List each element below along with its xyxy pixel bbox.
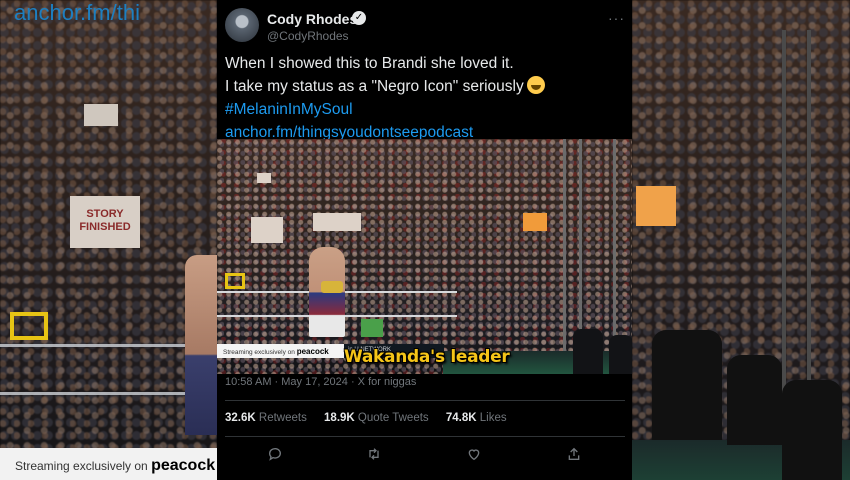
crowd-sign [251,217,283,243]
background-sign: STORY FINISHED [70,196,140,248]
more-options-icon[interactable]: ··· [608,10,625,26]
tweet-stats: 32.6K Retweets 18.9K Quote Tweets 74.8K … [225,412,521,424]
arena-truss [563,139,566,374]
display-name[interactable]: Cody Rhodes [267,11,357,27]
championship-belt [321,281,343,293]
tweet-header: Cody Rhodes ✓ @CodyRhodes ··· [225,8,625,44]
share-icon[interactable] [566,446,586,466]
tweet-actions [261,446,591,466]
tweet-text-line: I take my status as a "Negro Icon" serio… [225,78,524,95]
tweet-text-line-with-emoji: I take my status as a "Negro Icon" serio… [225,75,625,98]
likes-count: 74.8K [445,412,477,424]
tweet-media-image[interactable]: Streaming exclusively on peacock in U NE… [217,139,632,374]
grinning-face-emoji-icon [526,76,545,94]
background-right-panel [632,0,850,480]
user-handle[interactable]: @CodyRhodes [267,29,349,43]
divider [225,400,625,401]
tweet-text: When I showed this to Brandi she loved i… [225,52,625,144]
media-caption: Wakanda's leader [344,347,510,367]
retweets-count: 32.6K [225,412,256,424]
streaming-banner: Streaming exclusively on peacock [217,344,344,358]
background-sign-card [84,104,118,126]
background-link-text: anchor.fm/thi [14,0,140,25]
streaming-prefix: Streaming exclusively on [223,349,295,356]
suited-person [609,335,632,374]
likes-stat[interactable]: 74.8K Likes [446,412,507,424]
quote-tweets-stat[interactable]: 18.9K Quote Tweets [324,412,429,424]
retweets-label: Retweets [258,412,307,424]
background-truss [807,30,811,440]
crowd-sign [257,173,271,183]
reply-icon[interactable] [267,446,287,466]
quote-tweets-count: 18.9K [324,412,355,424]
background-streaming-brand: peacock [151,457,216,474]
background-turnbuckle [10,312,48,340]
verified-badge-icon: ✓ [352,11,366,25]
tweet-text-line: When I showed this to Brandi she loved i… [225,55,514,72]
background-streaming-banner: Streaming exclusively on peacock [0,448,217,480]
avatar[interactable] [225,8,259,42]
tweet-timestamp-source[interactable]: 10:58 AM · May 17, 2024 · X for niggas [225,376,416,388]
background-wrestler [185,255,217,435]
background-person [652,330,722,440]
likes-label: Likes [479,412,507,424]
turnbuckle-pad [225,273,245,289]
background-truss [782,30,786,440]
background-orange-sign [636,186,676,226]
background-left-panel: STORY FINISHED anchor.fm/thi Streaming e… [0,0,217,480]
retweets-stat[interactable]: 32.6K Retweets [225,412,307,424]
green-box [361,319,383,337]
like-icon[interactable] [466,446,486,466]
orange-crowd-sign [523,213,547,231]
background-person [727,355,782,445]
retweet-icon[interactable] [366,446,386,466]
suited-person [573,329,603,374]
hashtag-link[interactable]: #MelaninInMySoul [225,98,625,121]
crowd-sign [313,213,361,231]
background-streaming-prefix: Streaming exclusively on [15,459,148,473]
background-person [782,380,842,480]
streaming-brand: peacock [296,347,329,356]
divider [225,436,625,437]
quote-tweets-label: Quote Tweets [357,412,429,424]
tweet-card[interactable]: Cody Rhodes ✓ @CodyRhodes ··· When I sho… [217,0,632,480]
